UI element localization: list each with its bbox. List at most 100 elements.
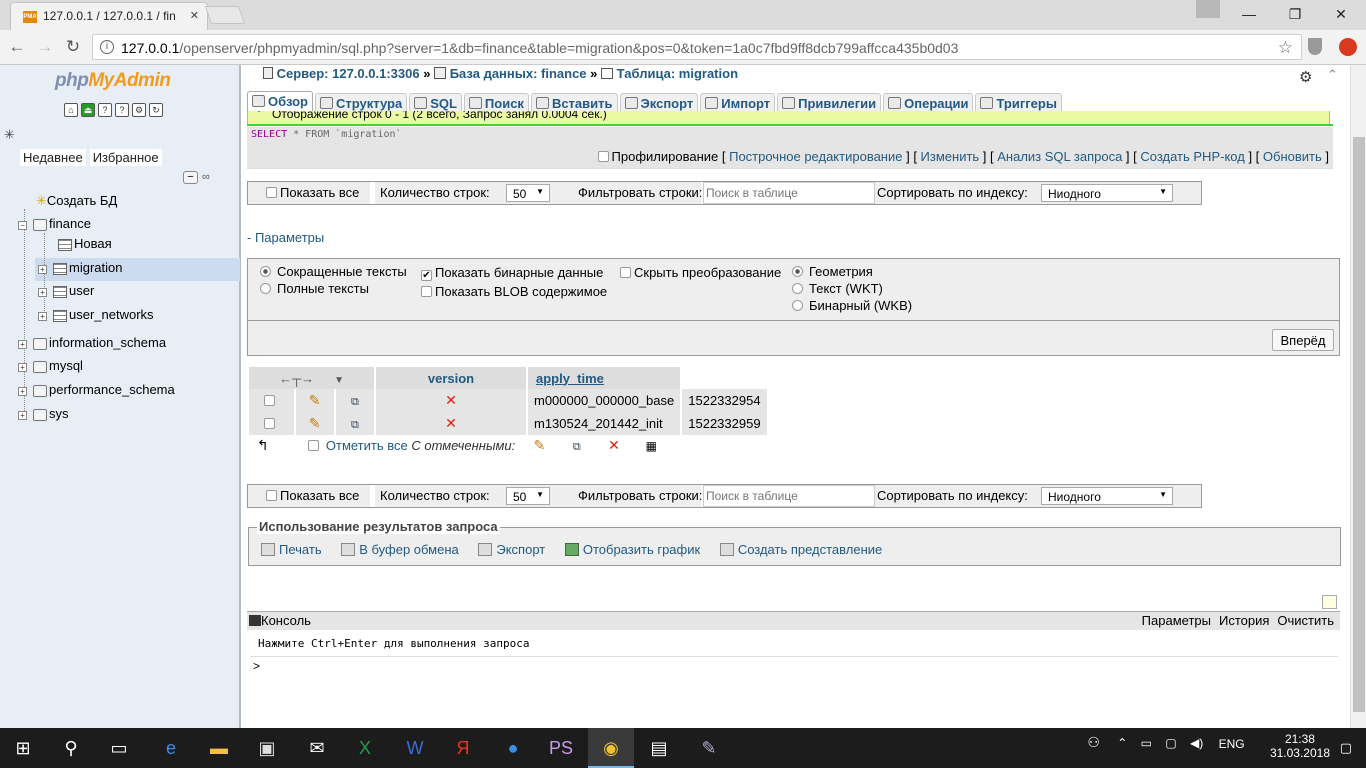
console-clear-link[interactable]: Очистить (1277, 613, 1334, 628)
filter-input[interactable] (703, 485, 875, 507)
sort-select[interactable]: Ниодного (1041, 184, 1173, 202)
sort-dropdown-icon[interactable]: ▼ (334, 375, 344, 386)
edit-pencil-icon[interactable]: ✎ (308, 416, 322, 430)
browser-tab[interactable]: PMA 127.0.0.1 / 127.0.0.1 / fin ✕ (10, 2, 208, 30)
delete-icon[interactable]: ✕ (444, 416, 458, 430)
console-bar[interactable]: Консоль Параметры История Очистить (247, 611, 1340, 630)
edit-link[interactable]: Изменить (921, 149, 980, 164)
table-cell[interactable]: m000000_000000_base (527, 389, 683, 412)
url-input[interactable]: i 127.0.0.1/openserver/phpmyadmin/sql.ph… (92, 34, 1302, 60)
expand-icon[interactable]: + (18, 340, 27, 349)
page-settings-icon[interactable]: ⚙ (1299, 68, 1312, 86)
paint-icon[interactable]: ✎ (686, 728, 732, 768)
favorites-tab[interactable]: Избранное (89, 149, 162, 166)
settings-icon[interactable]: ⚙ (132, 103, 146, 117)
language-indicator[interactable]: ENG (1219, 737, 1245, 751)
check-all-checkbox[interactable] (308, 440, 320, 451)
sort-select[interactable]: Ниодного (1041, 487, 1173, 505)
notifications-icon[interactable]: ▢ (1340, 740, 1352, 756)
radio-partial-texts[interactable]: Сокращенные тексты (260, 264, 407, 279)
chrome-icon[interactable]: ◉ (588, 728, 634, 768)
people-icon[interactable]: ⚇ (1087, 734, 1100, 750)
print-link[interactable]: Печать (261, 542, 330, 557)
column-header-apply-time[interactable]: apply_time (527, 367, 683, 389)
recent-tab[interactable]: Недавнее (20, 149, 86, 166)
hide-transform-checkbox[interactable]: Скрыть преобразование (620, 265, 781, 280)
expand-icon[interactable]: + (38, 288, 47, 297)
expand-icon[interactable]: + (18, 363, 27, 372)
link-icon[interactable]: ∞ (202, 171, 210, 183)
tree-table-user[interactable]: + user (38, 283, 94, 298)
breadcrumb-server[interactable]: Сервер: 127.0.0.1:3306 (277, 66, 420, 81)
collapse-top-icon[interactable]: ⌃ (1327, 67, 1338, 83)
row-count-select[interactable]: 50 (506, 487, 550, 505)
console-app-icon[interactable]: ▤ (636, 728, 682, 768)
start-icon[interactable]: ⊞ (0, 728, 46, 768)
forward-button[interactable]: Вперёд (1272, 329, 1334, 351)
documentation-icon[interactable]: ? (115, 103, 129, 117)
tray-arrow-icon[interactable]: ⌃ (1117, 736, 1127, 750)
check-all-link[interactable]: Отметить все (326, 438, 408, 453)
scrollbar-thumb[interactable] (1353, 137, 1365, 712)
create-view-link[interactable]: Создать представление (719, 542, 890, 557)
bulk-copy-icon[interactable]: ⧉ (570, 440, 584, 454)
breadcrumb-table[interactable]: Таблица: migration (617, 66, 738, 81)
console-input[interactable]: > (250, 656, 1338, 673)
create-db-link[interactable]: ✳Создать БД (36, 193, 117, 209)
bulk-export-icon[interactable]: ▦ (644, 439, 658, 453)
sql-query-icon[interactable]: ? (98, 103, 112, 117)
excel-icon[interactable]: X (342, 728, 388, 768)
inline-edit-link[interactable]: Построчное редактирование (729, 149, 902, 164)
tree-db-information-schema[interactable]: + information_schema (18, 335, 166, 350)
table-cell[interactable]: 1522332954 (681, 389, 769, 412)
home-icon[interactable]: ⌂ (64, 103, 78, 117)
expand-icon[interactable]: + (38, 312, 47, 321)
copy-clipboard-link[interactable]: В буфер обмена (341, 542, 467, 557)
expand-icon[interactable]: + (18, 387, 27, 396)
file-explorer-icon[interactable]: ▬ (196, 728, 242, 768)
expand-icon[interactable]: + (18, 411, 27, 420)
tree-db-finance[interactable]: − finance (18, 216, 91, 231)
tree-db-performance-schema[interactable]: + performance_schema (18, 382, 175, 397)
radio-wkb[interactable]: Бинарный (WKB) (792, 298, 912, 313)
bookmark-star-icon[interactable]: ☆ (1278, 38, 1293, 58)
column-arrows-icon[interactable]: ←┬→ (279, 371, 314, 386)
copy-icon[interactable]: ⧉ (348, 395, 362, 409)
radio-full-texts[interactable]: Полные тексты (260, 281, 369, 296)
mail-icon[interactable]: ✉ (294, 728, 340, 768)
tree-table-user-networks[interactable]: + user_networks (38, 307, 154, 322)
volume-icon[interactable]: ◀) (1190, 736, 1203, 750)
edit-pencil-icon[interactable]: ✎ (308, 393, 322, 407)
network-icon[interactable]: ▢ (1165, 736, 1176, 750)
battery-icon[interactable]: ▭ (1141, 736, 1152, 750)
store-icon[interactable]: ▣ (244, 728, 290, 768)
tree-new-table[interactable]: Новая (58, 236, 112, 251)
phpstorm-icon[interactable]: PS (538, 728, 584, 768)
table-cell[interactable]: 1522332959 (681, 412, 769, 435)
clock[interactable]: 21:38 31.03.2018 (1270, 732, 1330, 760)
copy-icon[interactable]: ⧉ (348, 418, 362, 432)
radio-geometry[interactable]: Геометрия (792, 264, 873, 279)
word-icon[interactable]: W (392, 728, 438, 768)
maximize-button[interactable]: ❐ (1272, 0, 1318, 30)
phpmyadmin-logo[interactable]: phpMyAdmin (55, 70, 171, 92)
delete-icon[interactable]: ✕ (444, 393, 458, 407)
options-toggle-link[interactable]: - Параметры (247, 230, 324, 245)
radio-wkt[interactable]: Текст (WKT) (792, 281, 883, 296)
tree-db-mysql[interactable]: + mysql (18, 358, 83, 373)
logout-icon[interactable]: ⏏ (81, 103, 95, 117)
breadcrumb-database[interactable]: База данных: finance (450, 66, 587, 81)
console-options-link[interactable]: Параметры (1142, 613, 1211, 628)
reload-nav-icon[interactable]: ↻ (149, 103, 163, 117)
reload-icon[interactable]: ↻ (61, 36, 85, 58)
row-checkbox[interactable] (264, 395, 276, 406)
show-all-checkbox[interactable] (266, 187, 277, 198)
bulk-edit-icon[interactable]: ✎ (533, 438, 547, 452)
minimize-button[interactable]: — (1226, 0, 1272, 30)
notes-icon[interactable] (1322, 595, 1337, 609)
shield-extension-icon[interactable] (1308, 38, 1322, 55)
create-php-code-link[interactable]: Создать PHP-код (1140, 149, 1244, 164)
chart-link[interactable]: Отобразить график (564, 542, 708, 557)
info-icon[interactable]: i (100, 40, 114, 54)
filter-input[interactable] (703, 182, 875, 204)
